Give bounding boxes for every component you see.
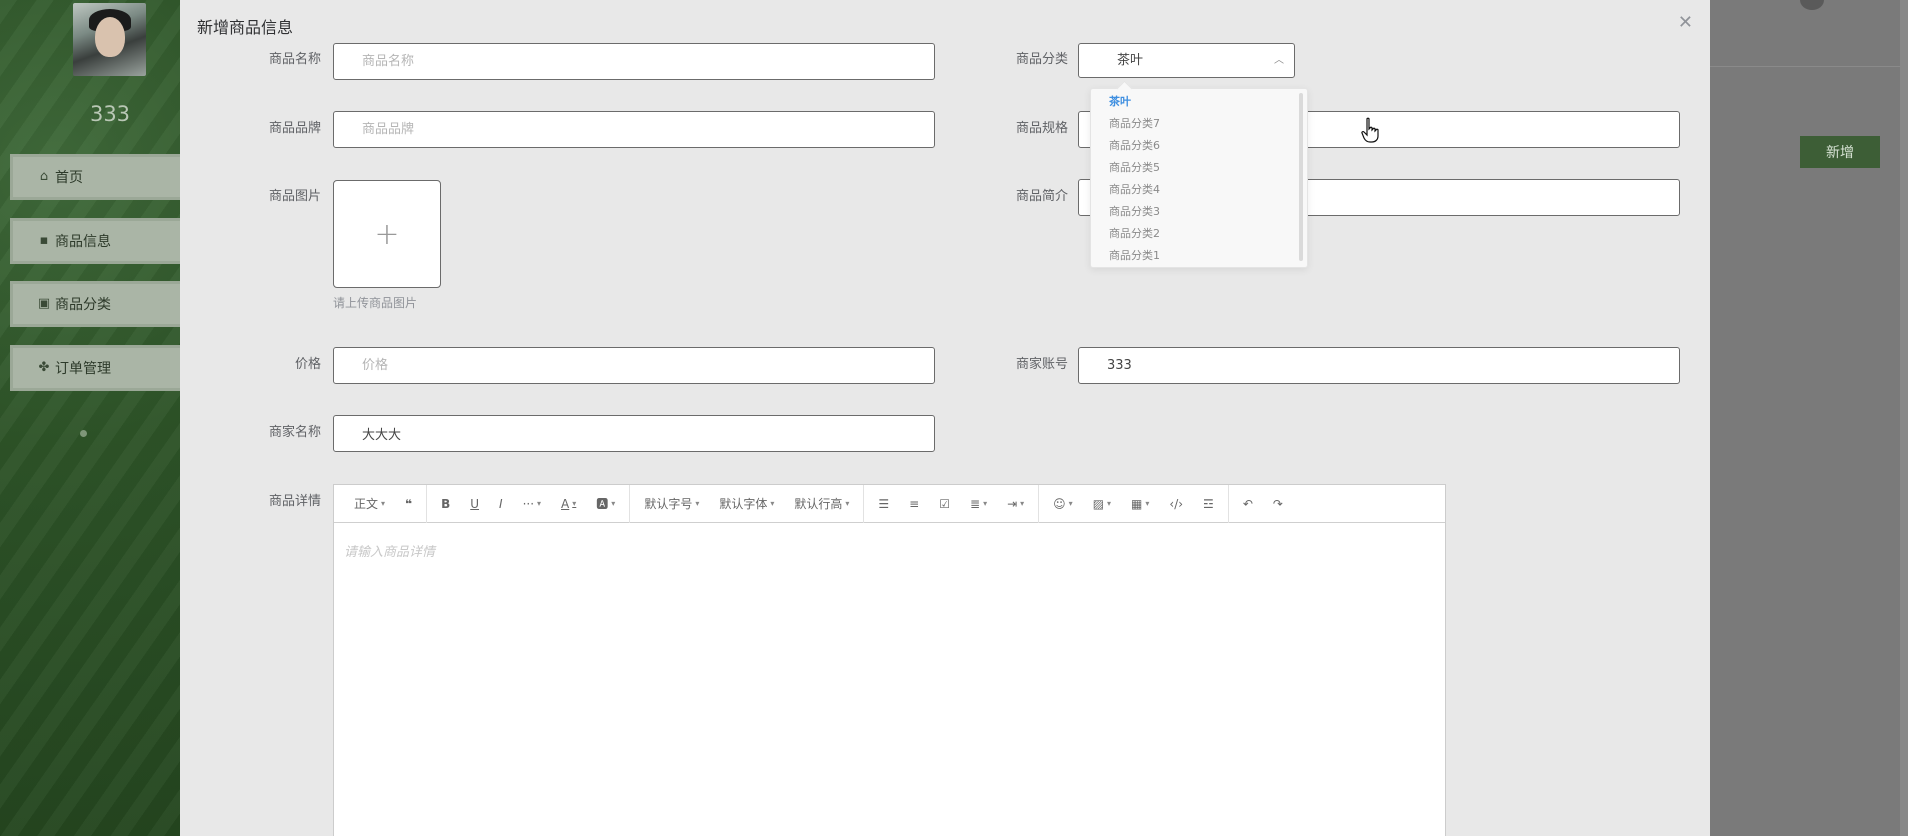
image-upload-button[interactable]: + (333, 180, 441, 288)
category-select-value: 茶叶 (1117, 53, 1144, 68)
merchant-account-label: 商家账号 (1015, 357, 1068, 372)
category-option[interactable]: 商品分类7 (1109, 115, 1160, 133)
goods-name-input[interactable] (333, 43, 935, 80)
category-option[interactable]: 商品分类2 (1109, 225, 1160, 243)
font-family-dropdown[interactable]: 默认字体 ▾ (719, 495, 774, 512)
decorative-dot (80, 430, 87, 437)
chevron-up-icon: ︿ (1274, 55, 1284, 66)
sidebar: 333 ⌂ 首页 ▪ 商品信息 ▣ 商品分类 ✤ 订单管理 (0, 0, 190, 836)
sidebar-item-goods[interactable]: ▪ 商品信息 (10, 218, 190, 264)
undo-icon[interactable]: ↶ (1243, 497, 1253, 511)
background-color-icon[interactable]: 🅰 ▾ (596, 495, 615, 512)
underline-icon[interactable]: U (470, 497, 479, 511)
brand-label: 商品品牌 (268, 121, 321, 136)
merchant-name-label: 商家名称 (268, 425, 321, 440)
sidebar-username: 333 (89, 102, 131, 126)
plus-icon: + (374, 216, 400, 252)
spec-label: 商品规格 (1015, 121, 1068, 136)
image-label: 商品图片 (268, 189, 321, 204)
price-input[interactable] (333, 347, 935, 384)
font-size-label: 默认字号 (644, 497, 693, 511)
align-icon[interactable]: ≣ ▾ (970, 497, 987, 511)
detail-label: 商品详情 (268, 494, 321, 509)
font-family-label: 默认字体 (719, 497, 768, 511)
sidebar-item-label: 订单管理 (55, 361, 111, 377)
upload-tip: 请上传商品图片 (333, 296, 418, 310)
sidebar-item-label: 商品分类 (55, 297, 111, 313)
category-option[interactable]: 商品分类1 (1109, 247, 1160, 265)
line-height-dropdown[interactable]: 默认行高 ▾ (794, 495, 849, 512)
category-icon: ▣ (37, 296, 51, 311)
sidebar-item-label: 首页 (55, 170, 83, 186)
bold-icon[interactable]: B (441, 497, 450, 511)
editor-placeholder: 请输入商品详情 (344, 545, 436, 560)
intro-label: 商品简介 (1015, 189, 1068, 204)
font-color-icon[interactable]: A ▾ (561, 497, 576, 511)
todo-icon[interactable]: ☑ (939, 497, 950, 511)
line-height-label: 默认行高 (794, 497, 843, 511)
merchant-name-input[interactable] (333, 415, 935, 452)
avatar[interactable] (73, 3, 146, 76)
sidebar-item-label: 商品信息 (55, 234, 111, 250)
bullet-list-icon[interactable]: ☰ (878, 497, 889, 511)
sidebar-item-orders[interactable]: ✤ 订单管理 (10, 345, 190, 391)
italic-icon[interactable]: I (499, 497, 503, 511)
paragraph-dropdown[interactable]: 正文 ▾ (354, 495, 385, 512)
category-select[interactable]: 茶叶 ︿ (1078, 43, 1295, 78)
page-scrollbar[interactable] (1900, 0, 1908, 836)
dialog-title: 新增商品信息 (197, 18, 294, 37)
font-size-dropdown[interactable]: 默认字号 ▾ (644, 495, 699, 512)
name-label: 商品名称 (268, 52, 321, 67)
goods-brand-input[interactable] (333, 111, 935, 148)
category-dropdown: 茶叶 商品分类7 商品分类6 商品分类5 商品分类4 商品分类3 商品分类2 商… (1090, 88, 1308, 268)
sidebar-item-category[interactable]: ▣ 商品分类 (10, 281, 190, 327)
more-style-icon[interactable]: ··· ▾ (523, 497, 541, 511)
home-icon: ⌂ (39, 169, 49, 184)
numbered-list-icon[interactable]: ≡ (909, 497, 919, 511)
close-icon[interactable]: ✕ (1678, 12, 1693, 33)
dropdown-scrollbar[interactable] (1299, 93, 1303, 261)
category-option[interactable]: 商品分类4 (1109, 181, 1160, 199)
add-goods-dialog: 新增商品信息 ✕ 商品名称 商品分类 茶叶 ︿ 商品品牌 商品规格 商品图片 +… (180, 0, 1710, 836)
category-label: 商品分类 (1015, 52, 1068, 67)
table-icon[interactable]: ▦ ▾ (1131, 497, 1149, 511)
rich-text-editor: 正文 ▾ ❝ B U I ··· ▾ A ▾ 🅰 ▾ 默认字号 ▾ 默认字体 ▾ 默认行高 ▾… (333, 484, 1446, 836)
emoji-icon[interactable]: ☺ ▾ (1053, 497, 1073, 511)
goods-icon: ▪ (39, 233, 49, 248)
sidebar-item-home[interactable]: ⌂ 首页 (10, 154, 190, 200)
category-option[interactable]: 商品分类6 (1109, 137, 1160, 155)
right-panel (1710, 0, 1908, 836)
editor-toolbar: 正文 ▾ ❝ B U I ··· ▾ A ▾ 🅰 ▾ 默认字号 ▾ 默认字体 ▾ 默认行高 ▾… (334, 484, 1445, 523)
category-option[interactable]: 茶叶 (1109, 93, 1131, 111)
quote-icon[interactable]: ❝ (405, 497, 412, 511)
indent-icon[interactable]: ⇥ ▾ (1007, 497, 1024, 511)
add-button[interactable]: 新增 (1800, 136, 1880, 168)
price-label: 价格 (294, 357, 321, 372)
image-icon[interactable]: ▨ ▾ (1093, 497, 1111, 511)
merchant-account-input[interactable] (1078, 347, 1680, 384)
redo-icon[interactable]: ↷ (1273, 497, 1283, 511)
hand-cursor-icon (1361, 117, 1379, 143)
order-icon: ✤ (38, 360, 50, 375)
paragraph-label: 正文 (354, 497, 379, 511)
category-option[interactable]: 商品分类5 (1109, 159, 1160, 177)
divider-icon[interactable]: ☲ (1203, 497, 1214, 511)
code-icon[interactable]: ‹/› (1169, 497, 1183, 511)
category-option[interactable]: 商品分类3 (1109, 203, 1160, 221)
